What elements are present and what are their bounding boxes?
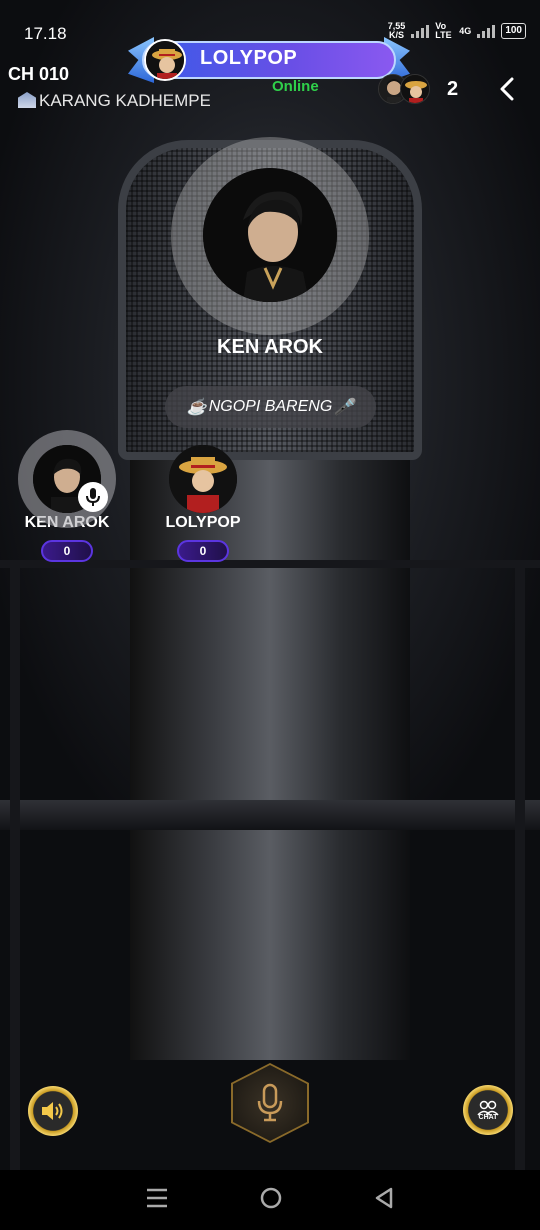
- host-name: LOLYPOP: [200, 47, 298, 69]
- location-label: KARANG KADHEMPEL: [18, 91, 210, 111]
- bank-icon: [18, 92, 36, 108]
- host-online-status: Online: [272, 78, 319, 95]
- listener-avatar: [400, 74, 430, 104]
- seat-score: 0: [41, 540, 93, 562]
- listener-avatars[interactable]: [378, 74, 430, 108]
- system-nav-bar: [0, 1170, 540, 1230]
- stand-strut: [515, 560, 525, 1170]
- location-text: KARANG KADHEMPEL: [39, 91, 210, 110]
- microphone-icon: 🎤: [334, 399, 355, 416]
- speaker-icon: [42, 1102, 63, 1120]
- room-topic[interactable]: ☕ NGOPI BARENG 🎤: [165, 386, 376, 428]
- seat-ring: [154, 430, 252, 528]
- main-speaker-name: KEN AROK: [217, 336, 323, 358]
- main-speaker-avatar: [203, 168, 337, 302]
- host-avatar[interactable]: [144, 39, 186, 81]
- microphone-icon: [257, 1083, 283, 1122]
- mount-bar-graphic: [0, 800, 540, 830]
- status-time: 17.18: [24, 24, 67, 43]
- home-button[interactable]: [259, 1186, 283, 1215]
- seat-avatar: [169, 445, 237, 513]
- recent-apps-button[interactable]: [145, 1187, 169, 1214]
- chat-button[interactable]: CHAT: [463, 1085, 513, 1135]
- seat-2[interactable]: LOLYPOP 0: [148, 430, 258, 562]
- seat-1[interactable]: KEN AROK 0: [12, 430, 122, 562]
- listener-count: 2: [447, 78, 459, 100]
- chat-label: CHAT: [478, 1113, 498, 1121]
- home-circle-icon: [260, 1187, 282, 1208]
- battery-icon: 100: [501, 23, 526, 39]
- back-nav-button[interactable]: [373, 1186, 395, 1215]
- chevron-left-icon: [500, 77, 514, 101]
- seat-speaking-ring: [18, 430, 116, 528]
- room-topic-text: NGOPI BARENG: [208, 398, 333, 415]
- main-speaker-seat[interactable]: [171, 137, 369, 335]
- coffee-icon: ☕: [186, 399, 207, 416]
- network-type: 4G: [459, 26, 472, 36]
- host-banner[interactable]: LOLYPOP: [128, 37, 410, 83]
- speaker-toggle-button[interactable]: [28, 1086, 78, 1136]
- channel-label: CH 010: [8, 64, 70, 84]
- stand-strut: [10, 560, 20, 1170]
- cell-signal-icon: [477, 24, 496, 38]
- back-triangle-icon: [375, 1187, 393, 1208]
- seat-score: 0: [177, 540, 229, 562]
- recent-apps-icon: [147, 1188, 167, 1207]
- back-button[interactable]: [494, 74, 522, 104]
- mic-on-icon: [78, 482, 108, 512]
- wifi-signal-icon: [411, 24, 430, 38]
- volte-label: Vo LTE: [435, 21, 452, 40]
